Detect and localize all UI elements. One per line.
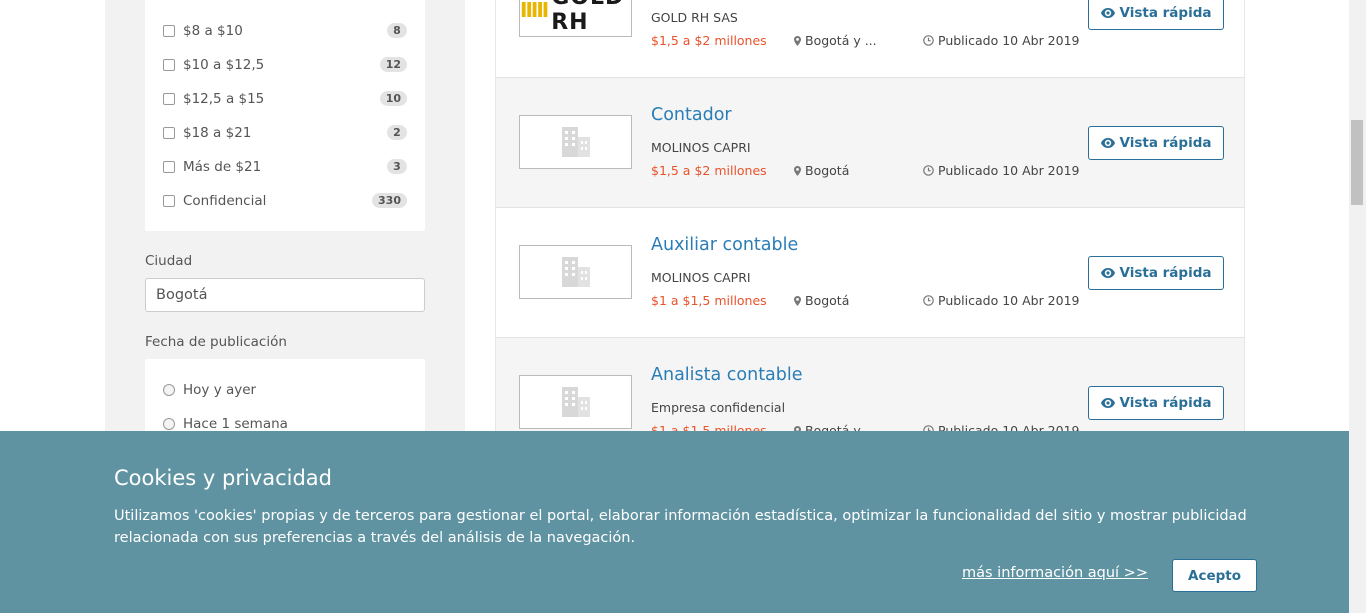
building-icon: [561, 257, 590, 287]
job-title[interactable]: Analista contable: [651, 365, 803, 385]
quick-view-button[interactable]: Vista rápida: [1088, 0, 1224, 30]
job-card[interactable]: IIIII GOLD RH GOLD RH SAS $1,5 a $2 mill…: [496, 0, 1244, 78]
count-badge: 8: [387, 23, 407, 38]
salary-filter-10-12[interactable]: $10 a $12,5 12: [163, 55, 407, 75]
company-logo-placeholder: [519, 245, 632, 299]
eye-icon: [1100, 398, 1115, 408]
quick-view-button[interactable]: Vista rápida: [1088, 126, 1224, 160]
salary-filter-box: $8 a $10 8 $10 a $12,5 12 $12,5 a $15 10…: [145, 0, 425, 231]
job-card[interactable]: Auxiliar contable MOLINOS CAPRI $1 a $1,…: [496, 208, 1244, 338]
date-option-hoy[interactable]: Hoy y ayer: [163, 380, 256, 400]
salary-filter-18-21[interactable]: $18 a $21 2: [163, 123, 407, 143]
eye-icon: [1100, 8, 1115, 18]
job-salary: $1,5 a $2 millones: [651, 163, 767, 178]
checkbox[interactable]: [163, 195, 175, 207]
quick-view-label: Vista rápida: [1119, 135, 1212, 151]
count-badge: 10: [379, 91, 407, 106]
building-icon: [561, 127, 590, 157]
location-pin-icon: [794, 295, 801, 306]
salary-filter-12-15[interactable]: $12,5 a $15 10: [163, 89, 407, 109]
job-card[interactable]: Contador MOLINOS CAPRI $1,5 a $2 millone…: [496, 78, 1244, 208]
radio[interactable]: [163, 418, 175, 430]
company-name[interactable]: GOLD RH SAS: [651, 10, 738, 25]
eye-icon: [1100, 138, 1115, 148]
salary-filter-label: $10 a $12,5: [183, 57, 265, 73]
logo-text: GOLD RH: [551, 0, 623, 35]
count-badge: 2: [387, 125, 407, 140]
job-title[interactable]: Auxiliar contable: [651, 235, 798, 255]
date-label: Fecha de publicación: [145, 334, 287, 350]
company-logo: IIIII GOLD RH: [519, 0, 632, 37]
more-info-link[interactable]: más información aquí >>: [962, 565, 1148, 581]
scrollbar-thumb[interactable]: [1351, 120, 1363, 205]
salary-filter-label: $12,5 a $15: [183, 91, 265, 107]
company-name[interactable]: Empresa confidencial: [651, 400, 785, 415]
job-salary: $1,5 a $2 millones: [651, 33, 767, 48]
location-text: Bogotá: [805, 293, 850, 308]
job-published: Publicado 10 Abr 2019: [923, 163, 1080, 178]
published-text: Publicado 10 Abr 2019: [938, 163, 1080, 178]
salary-filter-label: $8 a $10: [183, 23, 243, 39]
job-salary: $1 a $1,5 millones: [651, 293, 767, 308]
job-published: Publicado 10 Abr 2019: [923, 293, 1080, 308]
date-option-label: Hoy y ayer: [183, 382, 257, 398]
checkbox[interactable]: [163, 161, 175, 173]
salary-filter-confidencial[interactable]: Confidencial 330: [163, 191, 407, 211]
clock-icon: [923, 295, 934, 306]
job-location: Bogotá: [794, 163, 849, 178]
quick-view-button[interactable]: Vista rápida: [1088, 256, 1224, 290]
job-published: Publicado 10 Abr 2019: [923, 33, 1080, 48]
salary-filter-label: Más de $21: [183, 159, 262, 175]
cookie-banner: Cookies y privacidad Utilizamos 'cookies…: [0, 431, 1349, 613]
location-text: Bogotá y ...: [805, 33, 877, 48]
company-name[interactable]: MOLINOS CAPRI: [651, 140, 751, 155]
accept-button[interactable]: Acepto: [1172, 559, 1257, 592]
published-text: Publicado 10 Abr 2019: [938, 293, 1080, 308]
job-location: Bogotá: [794, 293, 849, 308]
location-text: Bogotá: [805, 163, 850, 178]
date-option-label: Hace 1 semana: [183, 416, 288, 432]
job-title[interactable]: Contador: [651, 105, 732, 125]
radio[interactable]: [163, 384, 175, 396]
company-name[interactable]: MOLINOS CAPRI: [651, 270, 751, 285]
company-logo-placeholder: [519, 375, 632, 429]
count-badge: 12: [379, 57, 407, 72]
scrollbar[interactable]: [1349, 0, 1366, 613]
location-pin-icon: [794, 35, 801, 46]
quick-view-label: Vista rápida: [1119, 5, 1212, 21]
cookie-title: Cookies y privacidad: [114, 466, 332, 490]
location-pin-icon: [794, 165, 801, 176]
logo-bars: IIIII: [520, 0, 549, 22]
salary-filter-8-10[interactable]: $8 a $10 8: [163, 21, 407, 41]
count-badge: 3: [387, 159, 407, 174]
page: $8 a $10 8 $10 a $12,5 12 $12,5 a $15 10…: [0, 0, 1366, 613]
quick-view-label: Vista rápida: [1119, 265, 1212, 281]
salary-filter-mas-21[interactable]: Más de $21 3: [163, 157, 407, 177]
checkbox[interactable]: [163, 127, 175, 139]
count-badge: 330: [372, 193, 407, 208]
city-input[interactable]: [145, 278, 425, 312]
salary-filter-label: Confidencial: [183, 193, 267, 209]
clock-icon: [923, 165, 934, 176]
salary-filter-label: $18 a $21: [183, 125, 252, 141]
quick-view-button[interactable]: Vista rápida: [1088, 386, 1224, 420]
company-logo-placeholder: [519, 115, 632, 169]
quick-view-label: Vista rápida: [1119, 395, 1212, 411]
job-location: Bogotá y ...: [794, 33, 877, 48]
checkbox[interactable]: [163, 93, 175, 105]
eye-icon: [1100, 268, 1115, 278]
clock-icon: [923, 35, 934, 46]
cookie-text: Utilizamos 'cookies' propias y de tercer…: [114, 508, 1247, 546]
building-icon: [561, 387, 590, 417]
city-label: Ciudad: [145, 253, 193, 269]
published-text: Publicado 10 Abr 2019: [938, 33, 1080, 48]
checkbox[interactable]: [163, 59, 175, 71]
checkbox[interactable]: [163, 25, 175, 37]
